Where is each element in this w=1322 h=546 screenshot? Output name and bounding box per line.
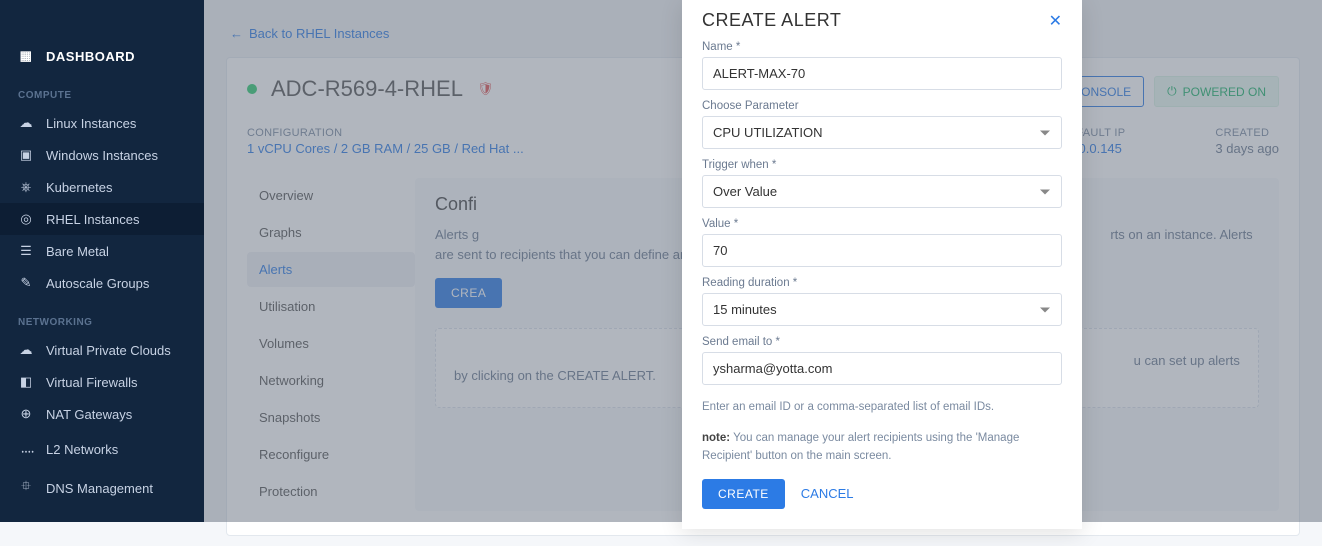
- duration-label: Reading duration *: [702, 277, 1062, 289]
- sidebar-item-nat[interactable]: ⊕ NAT Gateways: [0, 398, 204, 430]
- server-icon: ☰: [18, 243, 34, 259]
- modal-cancel-button[interactable]: CANCEL: [801, 486, 854, 501]
- email-input[interactable]: [702, 352, 1062, 385]
- sidebar-label-l2: L2 Networks: [46, 442, 118, 457]
- windows-icon: ▣: [18, 147, 34, 163]
- sidebar-label-firewalls: Virtual Firewalls: [46, 375, 138, 390]
- sidebar-item-bare-metal[interactable]: ☰ Bare Metal: [0, 235, 204, 267]
- cloud-solid-icon: ☁: [18, 342, 34, 358]
- sidebar-label-rhel: RHEL Instances: [46, 212, 139, 227]
- kubernetes-icon: ⎈: [18, 179, 34, 195]
- trigger-select[interactable]: [702, 175, 1062, 208]
- email-label: Send email to *: [702, 336, 1062, 348]
- modal-create-button[interactable]: CREATE: [702, 479, 785, 509]
- rhel-icon: ◎: [18, 211, 34, 227]
- close-icon[interactable]: ✕: [1049, 11, 1062, 31]
- sidebar-item-firewalls[interactable]: ◧ Virtual Firewalls: [0, 366, 204, 398]
- dns-icon: ⯐: [18, 477, 34, 499]
- recipients-note: note: You can manage your alert recipien…: [702, 430, 1062, 465]
- sidebar-label-linux: Linux Instances: [46, 116, 136, 131]
- sidebar-label-baremetal: Bare Metal: [46, 244, 109, 259]
- sidebar-section-networking: NETWORKING: [0, 299, 204, 334]
- sidebar-label-k8s: Kubernetes: [46, 180, 113, 195]
- sidebar-label-dashboard: DASHBOARD: [46, 49, 135, 64]
- name-input[interactable]: [702, 57, 1062, 90]
- sidebar-label-windows: Windows Instances: [46, 148, 158, 163]
- value-label: Value *: [702, 218, 1062, 230]
- name-label: Name *: [702, 41, 1062, 53]
- duration-select[interactable]: [702, 293, 1062, 326]
- trigger-label: Trigger when *: [702, 159, 1062, 171]
- dashboard-icon: ▦: [18, 48, 34, 64]
- create-alert-modal: CREATE ALERT ✕ Name * Choose Parameter T…: [682, 0, 1082, 529]
- sidebar-item-windows-instances[interactable]: ▣ Windows Instances: [0, 139, 204, 171]
- sidebar-label-autoscale: Autoscale Groups: [46, 276, 149, 291]
- sidebar-item-l2[interactable]: ᠁ L2 Networks: [0, 430, 204, 469]
- sidebar-label-dns: DNS Management: [46, 481, 153, 496]
- sidebar-item-autoscale-groups[interactable]: ✎ Autoscale Groups: [0, 267, 204, 299]
- scale-icon: ✎: [18, 275, 34, 291]
- network-icon: ᠁: [18, 438, 34, 461]
- parameter-select[interactable]: [702, 116, 1062, 149]
- sidebar-item-dns[interactable]: ⯐ DNS Management: [0, 469, 204, 507]
- sidebar-section-compute: COMPUTE: [0, 72, 204, 107]
- sidebar-item-rhel-instances[interactable]: ◎ RHEL Instances: [0, 203, 204, 235]
- sidebar-item-dashboard[interactable]: ▦ DASHBOARD: [0, 40, 204, 72]
- email-hint: Enter an email ID or a comma-separated l…: [702, 399, 1062, 416]
- value-input[interactable]: [702, 234, 1062, 267]
- sidebar-item-kubernetes[interactable]: ⎈ Kubernetes: [0, 171, 204, 203]
- modal-title: CREATE ALERT: [702, 10, 841, 31]
- sidebar-item-linux-instances[interactable]: ☁ Linux Instances: [0, 107, 204, 139]
- firewall-icon: ◧: [18, 374, 34, 390]
- sidebar: ▦ DASHBOARD COMPUTE ☁ Linux Instances ▣ …: [0, 0, 204, 522]
- parameter-label: Choose Parameter: [702, 100, 1062, 112]
- gateway-icon: ⊕: [18, 406, 34, 422]
- main-content: ← Back to RHEL Instances ADC-R569-4-RHEL…: [204, 0, 1322, 522]
- sidebar-label-vpc: Virtual Private Clouds: [46, 343, 171, 358]
- sidebar-item-vpc[interactable]: ☁ Virtual Private Clouds: [0, 334, 204, 366]
- sidebar-label-nat: NAT Gateways: [46, 407, 132, 422]
- cloud-icon: ☁: [18, 115, 34, 131]
